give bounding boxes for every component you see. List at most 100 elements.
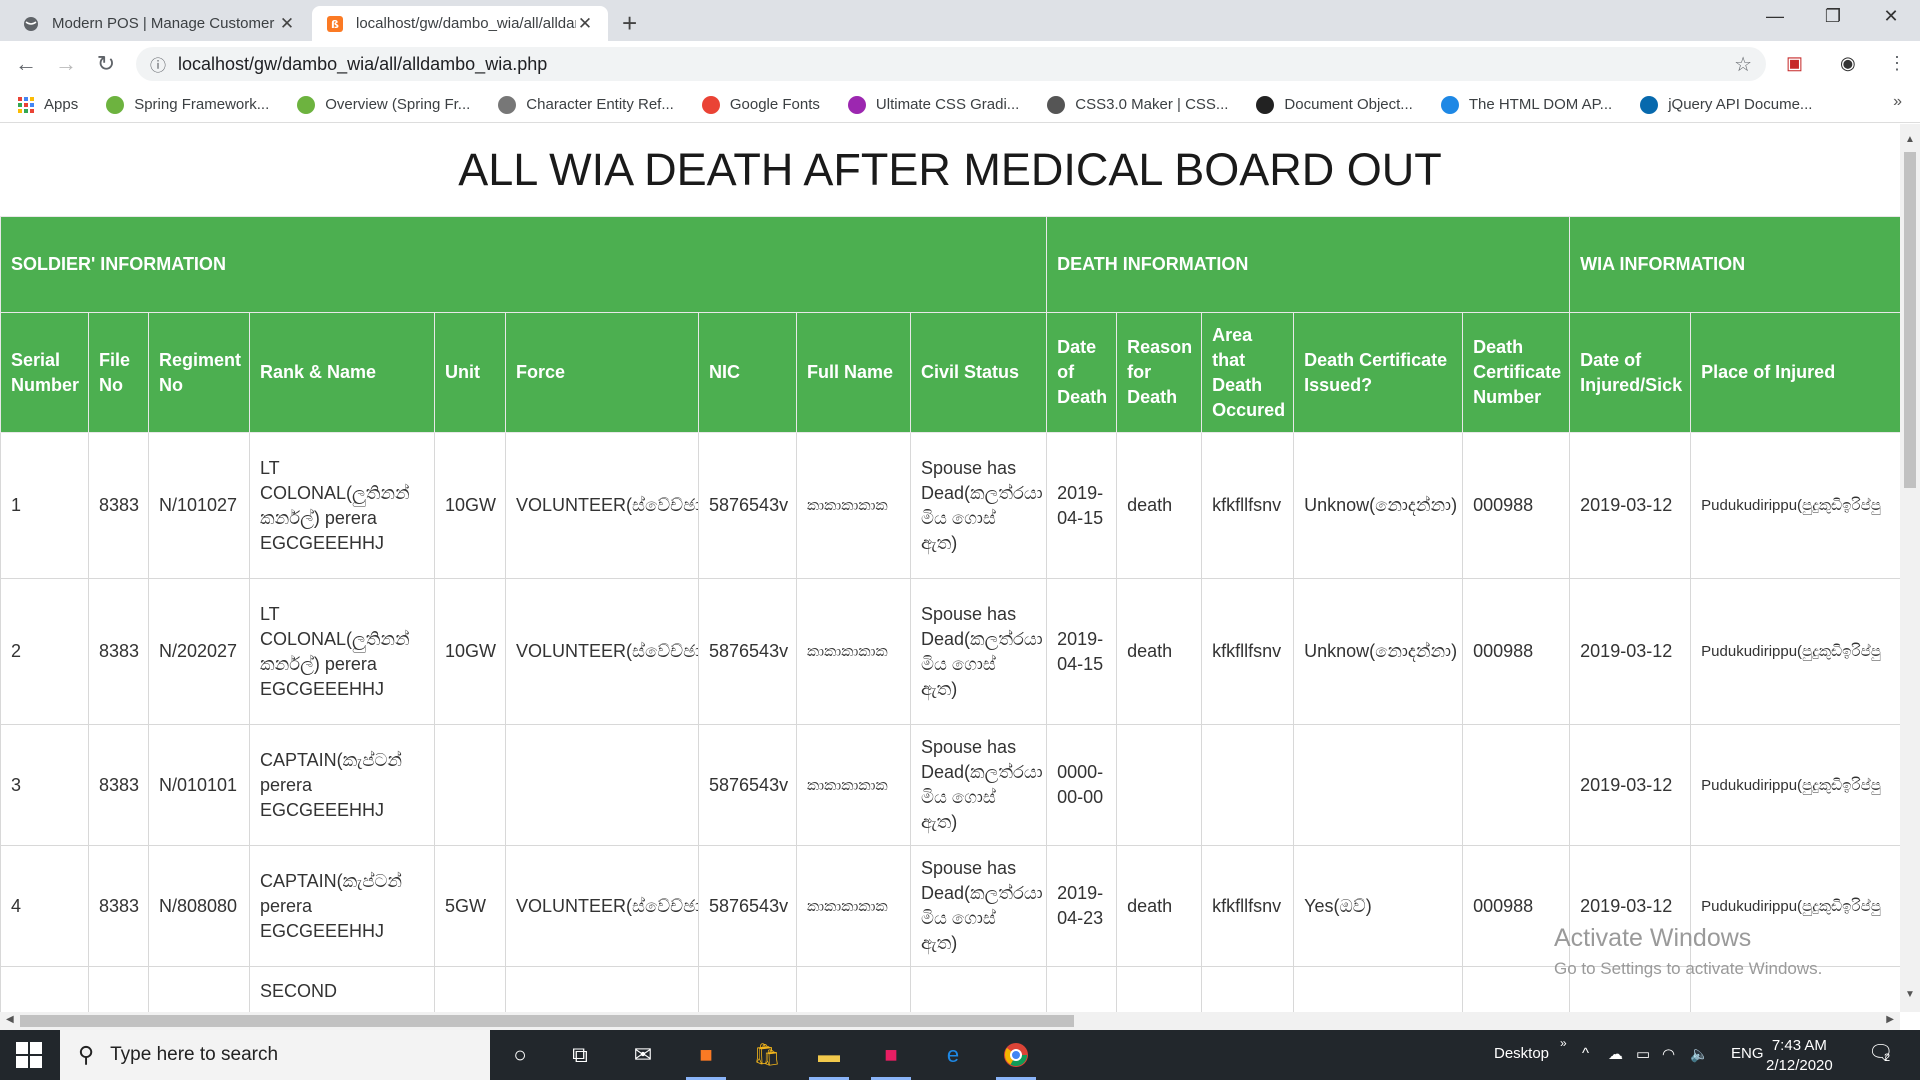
system-clock[interactable]: 7:43 AM 2/12/2020	[1766, 1036, 1833, 1076]
cell-regiment-no[interactable]: N/808080	[148, 845, 250, 967]
bookmark-document-object[interactable]: Document Object...	[1256, 95, 1413, 114]
cell-nic: 5876543v	[698, 845, 797, 967]
cell-death-certificate-issued: Yes(ඔව්)	[1293, 845, 1464, 967]
windows-start-icon[interactable]	[16, 1042, 42, 1068]
cell-unit: 10GW	[434, 578, 506, 725]
menu-dots-icon[interactable]: ⋮	[1888, 53, 1906, 74]
cell-date-of-death: 2019-04-15	[1046, 432, 1118, 579]
more-bookmarks-chevron-icon[interactable]: »	[1893, 93, 1902, 111]
desktop-toolbar-label[interactable]: Desktop	[1494, 1045, 1549, 1062]
cell-reason-for-death: death	[1116, 578, 1203, 725]
cortana-icon[interactable]: ○	[500, 1040, 540, 1070]
cell-serial-number: 3	[0, 724, 89, 846]
battery-icon[interactable]: ▭	[1636, 1045, 1650, 1063]
cell-date-of-death	[1046, 966, 1118, 1012]
bookmarks-bar: Apps Spring Framework... Overview (Sprin…	[0, 87, 1920, 123]
store-icon[interactable]: 🛍	[747, 1040, 787, 1070]
wifi-icon[interactable]: ◠	[1662, 1045, 1675, 1063]
close-tab-icon[interactable]: ✕	[576, 14, 594, 34]
info-icon[interactable]: ⓘ	[150, 52, 166, 76]
xampp-taskbar-icon[interactable]: ■	[686, 1040, 726, 1080]
bookmark-label: Overview (Spring Fr...	[325, 96, 471, 113]
cell-civil-status	[909, 966, 1048, 1012]
cell-date-injured: 2019-03-12	[1569, 724, 1692, 846]
cell-serial-number: 4	[0, 845, 89, 967]
cell-regiment-no[interactable]: N/010101	[148, 724, 250, 846]
tab-alldambo-wia[interactable]: ß localhost/gw/dambo_wia/all/alldambo_wi…	[312, 6, 608, 41]
watermark-subtitle: Go to Settings to activate Windows.	[1554, 959, 1823, 978]
chrome-icon[interactable]	[996, 1040, 1036, 1080]
reload-icon[interactable]: ↻	[92, 51, 120, 77]
cell-full-name: කාකාකාකාක	[796, 578, 911, 725]
column-header: File No	[88, 312, 149, 433]
column-header: Rank & Name	[249, 312, 435, 433]
tab-modern-pos[interactable]: Modern POS | Manage Customer ✕	[8, 6, 310, 41]
cell-regiment-no[interactable]	[148, 966, 250, 1012]
cell-civil-status: Spouse has Dead(කලත්රයා මිය ගොස් ඇත)	[909, 432, 1048, 579]
file-explorer-icon[interactable]: ▬	[809, 1040, 849, 1080]
cell-regiment-no[interactable]: N/202027	[148, 578, 250, 725]
cell-nic: 5876543v	[698, 724, 797, 846]
bookmark-apps[interactable]: Apps	[18, 96, 78, 113]
close-window-icon[interactable]: ✕	[1868, 6, 1914, 27]
horizontal-scroll-thumb[interactable]	[20, 1015, 1074, 1027]
bookmark-jquery-api[interactable]: jQuery API Docume...	[1640, 95, 1812, 114]
bookmark-spring-framework[interactable]: Spring Framework...	[106, 95, 269, 114]
scroll-right-arrow-icon[interactable]: ▶	[1886, 1014, 1894, 1025]
profile-avatar[interactable]: ◉	[1840, 53, 1856, 74]
cell-reason-for-death: death	[1116, 432, 1203, 579]
volume-icon[interactable]: 🔈	[1690, 1045, 1709, 1063]
forward-arrow-icon[interactable]: →	[52, 51, 80, 77]
cell-rank-name: LT COLONAL(ලුතිනන් කර්නල්) perera EGCGEE…	[249, 432, 435, 579]
bookmark-html-dom-api[interactable]: The HTML DOM AP...	[1440, 95, 1612, 114]
bookmark-character-entity[interactable]: Character Entity Ref...	[498, 95, 674, 114]
close-tab-icon[interactable]: ✕	[278, 14, 296, 34]
toolbar-chevron-icon[interactable]: »	[1560, 1036, 1567, 1050]
edge-icon[interactable]: e	[933, 1040, 973, 1070]
back-arrow-icon[interactable]: ←	[12, 51, 40, 77]
tab-title: localhost/gw/dambo_wia/all/alldambo_wia.…	[356, 15, 576, 32]
bookmark-css3-maker[interactable]: CSS3.0 Maker | CSS...	[1047, 95, 1228, 114]
scroll-left-arrow-icon[interactable]: ◀	[6, 1014, 14, 1025]
task-view-icon[interactable]: ⧉	[560, 1040, 600, 1070]
bookmark-label: Character Entity Ref...	[526, 96, 674, 113]
horizontal-scrollbar[interactable]: ◀ ▶	[0, 1012, 1900, 1030]
gradient-icon	[847, 95, 866, 114]
cell-date-injured: 2019-03-12	[1569, 432, 1692, 579]
show-hidden-icons-chevron-icon[interactable]: ^	[1582, 1045, 1589, 1062]
bookmark-google-fonts[interactable]: Google Fonts	[701, 95, 820, 114]
bookmark-css-gradient[interactable]: Ultimate CSS Gradi...	[847, 95, 1019, 114]
jquery-icon	[1640, 95, 1659, 114]
cell-death-certificate-issued	[1293, 966, 1464, 1012]
table-row: 3 8383 N/010101 CAPTAIN(කැප්ටන් perera EGCG…	[0, 724, 1900, 846]
scroll-down-arrow-icon[interactable]: ▼	[1900, 989, 1920, 1000]
restore-icon[interactable]: ❐	[1810, 6, 1856, 27]
cell-nic: 5876543v	[698, 578, 797, 725]
bookmark-overview-spring[interactable]: Overview (Spring Fr...	[297, 95, 471, 114]
onedrive-cloud-icon[interactable]: ☁	[1608, 1045, 1623, 1063]
new-tab-button[interactable]: +	[622, 8, 637, 39]
mail-icon[interactable]: ✉	[623, 1040, 663, 1070]
cell-rank-name: CAPTAIN(කැප්ටන් perera EGCGEEEHHJ	[249, 845, 435, 967]
clock-time: 7:43 AM	[1771, 1037, 1827, 1054]
cell-force: VOLUNTEER(ස්වේච්ඡා	[505, 845, 699, 967]
star-bookmark-icon[interactable]: ☆	[1734, 52, 1752, 77]
column-header: Date of Death	[1046, 312, 1118, 433]
minimize-icon[interactable]: —	[1752, 6, 1798, 27]
language-indicator[interactable]: ENG	[1731, 1045, 1764, 1062]
cell-regiment-no[interactable]: N/101027	[148, 432, 250, 579]
taskbar-search-box[interactable]: ⚲ Type here to search	[60, 1030, 490, 1080]
cell-date-of-death: 2019-04-23	[1046, 845, 1118, 967]
vertical-scrollbar[interactable]: ▲ ▼	[1900, 124, 1920, 1012]
cell-death-certificate-number: 000988	[1462, 432, 1571, 579]
cell-file-no: 8383	[88, 724, 149, 846]
vertical-scroll-thumb[interactable]	[1904, 152, 1916, 488]
intellij-icon[interactable]: ■	[871, 1040, 911, 1080]
address-bar[interactable]: ⓘ localhost/gw/dambo_wia/all/alldambo_wi…	[136, 47, 1766, 81]
column-header: Civil Status	[909, 312, 1048, 433]
search-icon: ⚲	[78, 1042, 95, 1067]
cell-full-name: කාකාකාකාක	[796, 724, 911, 846]
pocket-extension-icon[interactable]: ▣	[1786, 53, 1803, 74]
column-header: NIC	[698, 312, 797, 433]
scroll-up-arrow-icon[interactable]: ▲	[1900, 134, 1920, 145]
